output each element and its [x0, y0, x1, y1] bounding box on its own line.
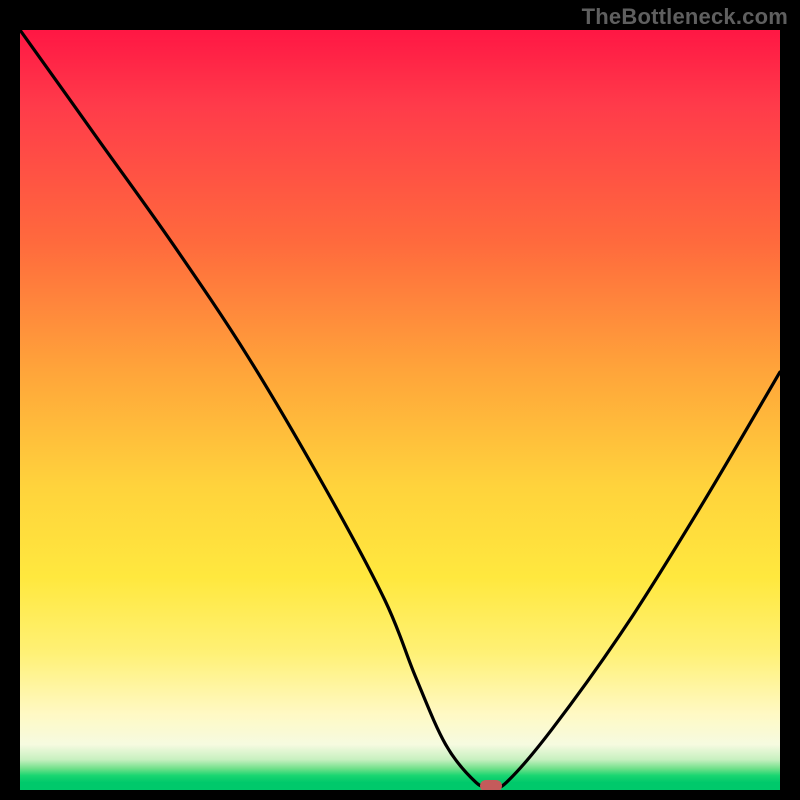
curve-svg [20, 30, 780, 790]
plot-area [20, 30, 780, 790]
bottleneck-curve-path [20, 30, 780, 788]
optimal-marker [480, 780, 502, 790]
watermark-text: TheBottleneck.com [582, 4, 788, 30]
chart-frame: TheBottleneck.com [0, 0, 800, 800]
